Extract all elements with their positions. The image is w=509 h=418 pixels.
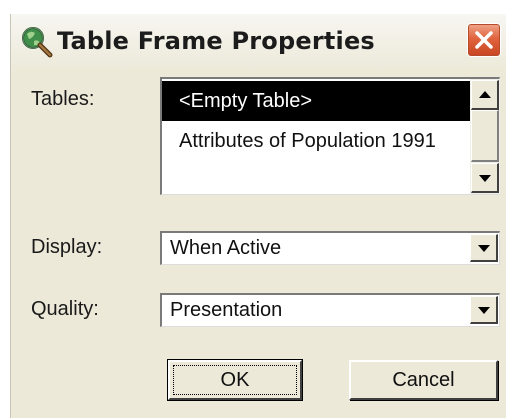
tables-scrollbar[interactable] bbox=[470, 79, 500, 194]
scroll-up-button[interactable] bbox=[471, 80, 499, 110]
dialog-title: Table Frame Properties bbox=[57, 27, 375, 55]
display-dropdown[interactable]: When Active bbox=[160, 231, 500, 265]
chevron-down-icon bbox=[478, 245, 490, 252]
display-dropdown-button[interactable] bbox=[470, 234, 498, 262]
focus-rectangle bbox=[173, 365, 297, 395]
cancel-button[interactable]: Cancel bbox=[349, 360, 498, 400]
quality-label: Quality: bbox=[31, 298, 99, 320]
arrow-up-icon bbox=[479, 91, 491, 98]
display-label: Display: bbox=[31, 236, 103, 258]
display-value: When Active bbox=[170, 237, 282, 259]
ok-button[interactable]: OK bbox=[167, 359, 303, 401]
list-item-attributes-population-1991[interactable]: Attributes of Population 1991 bbox=[162, 121, 470, 161]
tables-label: Tables: bbox=[31, 88, 95, 110]
globe-magnifier-icon bbox=[22, 27, 53, 58]
quality-dropdown[interactable]: Presentation bbox=[160, 293, 500, 327]
scroll-thumb[interactable] bbox=[471, 110, 499, 162]
chevron-down-icon bbox=[478, 307, 490, 314]
close-button[interactable] bbox=[467, 23, 501, 57]
cancel-button-label: Cancel bbox=[392, 369, 455, 391]
arrow-down-icon bbox=[479, 175, 491, 182]
tables-listbox[interactable]: <Empty Table> Attributes of Population 1… bbox=[160, 77, 500, 195]
quality-value: Presentation bbox=[170, 299, 283, 321]
table-frame-properties-dialog: Table Frame Properties Tables: <Empty Ta… bbox=[10, 14, 506, 418]
title-bar[interactable]: Table Frame Properties bbox=[11, 14, 506, 74]
close-icon bbox=[475, 31, 493, 49]
list-item-empty-table[interactable]: <Empty Table> bbox=[162, 81, 470, 121]
scroll-down-button[interactable] bbox=[471, 163, 499, 193]
quality-dropdown-button[interactable] bbox=[470, 296, 498, 324]
